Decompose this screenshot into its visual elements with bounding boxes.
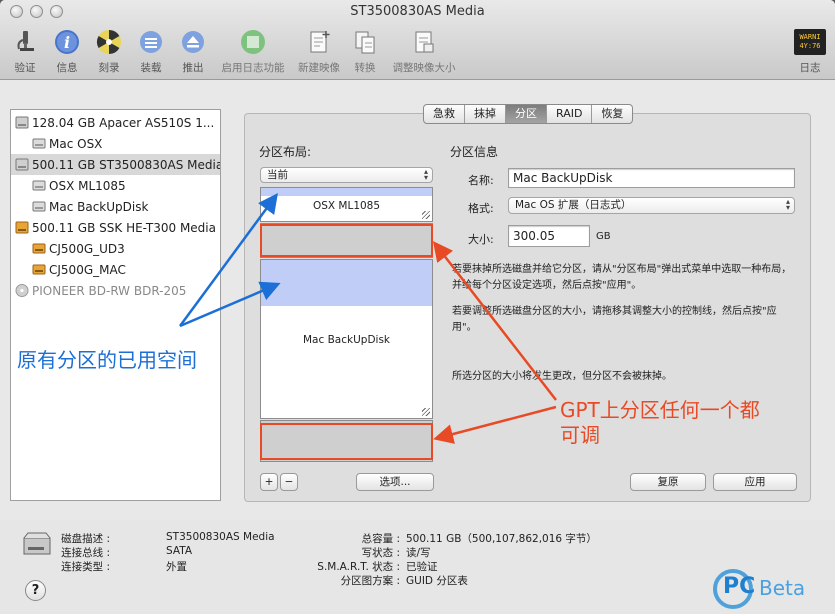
help-text-note: 所选分区的大小将发生更改，但分区不会被抹掉。	[452, 371, 672, 382]
toolbar-resize-image[interactable]: 调整映像大小	[388, 28, 460, 75]
partition-name-field[interactable]: Mac BackUpDisk	[508, 168, 795, 188]
tab-raid[interactable]: RAID	[547, 105, 593, 123]
help-text-resize: 若要调整所选磁盘分区的大小，请拖移其调整大小的控制线，然后点按"应用"。	[452, 306, 777, 333]
burn-icon	[96, 29, 121, 54]
window-title: ST3500830AS Media	[350, 4, 485, 19]
toolbar-log[interactable]: WARNI 4Y:76 日志	[785, 28, 835, 75]
popup-arrows-icon: ▴ ▾	[423, 167, 428, 182]
resize-handle[interactable]	[422, 211, 430, 219]
volume-icon	[32, 201, 46, 212]
svg-text:i: i	[64, 33, 70, 52]
partition-size-field[interactable]: 300.05	[508, 225, 590, 247]
eject-icon	[182, 31, 204, 53]
toolbar-eject[interactable]: 推出	[168, 28, 218, 75]
sidebar-item-st3500830as[interactable]: 500.11 GB ST3500830AS Media	[11, 154, 220, 175]
tab-first-aid[interactable]: 急救	[424, 105, 465, 123]
partition-info-heading: 分区信息	[450, 145, 499, 159]
annotation-used-space: 原有分区的已用空间	[17, 348, 197, 372]
disk-utility-window: ST3500830AS Media 验证 i 信息 刻录 装载 推出 启用日志功…	[0, 0, 835, 614]
convert-icon	[355, 31, 375, 54]
sidebar-item-pioneer[interactable]: PIONEER BD-RW BDR-205	[11, 280, 220, 301]
volume-icon	[32, 138, 46, 149]
new-image-icon	[310, 31, 330, 53]
resize-handle[interactable]	[422, 408, 430, 416]
apply-button[interactable]: 应用	[713, 473, 797, 491]
microscope-icon	[17, 31, 34, 51]
tab-restore[interactable]: 恢复	[592, 105, 632, 123]
name-label: 名称:	[468, 174, 494, 187]
mount-icon	[140, 31, 162, 53]
sidebar-item-osx-ml1085[interactable]: OSX ML1085	[11, 175, 220, 196]
toolbar-convert[interactable]: 转换	[340, 28, 390, 75]
highlight-box	[260, 224, 433, 257]
external-drive-icon	[15, 221, 29, 234]
disk-sidebar[interactable]: 128.04 GB Apacer AS510S 1... Mac OSX 500…	[10, 109, 221, 501]
annotation-gpt-line2: 可调	[560, 423, 600, 447]
size-unit: GB	[596, 231, 611, 242]
size-label: 大小:	[468, 233, 494, 246]
toolbar-new-image[interactable]: 新建映像	[294, 28, 344, 75]
highlight-box	[260, 423, 433, 460]
external-volume-icon	[32, 243, 46, 254]
partition-layout-popup[interactable]: 当前 ▴ ▾	[260, 167, 433, 183]
tab-erase[interactable]: 抹掉	[465, 105, 506, 123]
optical-drive-icon	[15, 284, 29, 297]
options-button[interactable]: 选项...	[356, 473, 434, 491]
sidebar-item-cj500g-mac[interactable]: CJ500G_MAC	[11, 259, 220, 280]
sidebar-item-ssk[interactable]: 500.11 GB SSK HE-T300 Media	[11, 217, 220, 238]
used-space-bar	[261, 260, 432, 306]
svg-text:WARNI: WARNI	[799, 33, 820, 41]
tab-partition[interactable]: 分区	[506, 105, 547, 123]
format-label: 格式:	[468, 202, 494, 215]
external-volume-icon	[32, 264, 46, 275]
pcbeta-watermark: PC Beta	[713, 566, 833, 612]
help-text-erase: 若要抹掉所选磁盘并给它分区，请从"分区布局"弹出式菜单中选取一种布局，并给每个分…	[452, 264, 792, 291]
partition-layout-heading: 分区布局:	[259, 145, 312, 159]
sidebar-item-mac-osx[interactable]: Mac OSX	[11, 133, 220, 154]
title-bar: ST3500830AS Media 验证 i 信息 刻录 装载 推出 启用日志功…	[0, 0, 835, 80]
toolbar-journaling[interactable]: 启用日志功能	[218, 28, 288, 75]
format-popup[interactable]: Mac OS 扩展（日志式） ▴ ▾	[508, 197, 795, 214]
tab-bar: 急救 抹掉 分区 RAID 恢复	[423, 104, 634, 124]
journaling-icon	[241, 30, 265, 54]
svg-text:4Y:76: 4Y:76	[799, 42, 820, 50]
add-partition-button[interactable]: +	[260, 473, 278, 491]
info-icon: i	[55, 30, 79, 54]
log-icon: WARNI4Y:76	[794, 29, 826, 55]
partition-block-osx-ml1085[interactable]: OSX ML1085	[260, 187, 433, 222]
ssd-icon	[15, 116, 29, 129]
hdd-icon	[15, 158, 29, 171]
resize-image-icon	[415, 31, 434, 53]
disk-info-right: 总容量 : 500.11 GB（500,107,862,016 字节） 写状态 …	[317, 533, 597, 587]
popup-arrows-icon: ▴ ▾	[785, 197, 790, 212]
sidebar-item-cj500g-ud3[interactable]: CJ500G_UD3	[11, 238, 220, 259]
sidebar-item-mac-backupdisk[interactable]: Mac BackUpDisk	[11, 196, 220, 217]
help-button[interactable]: ?	[25, 580, 46, 601]
remove-partition-button[interactable]: −	[280, 473, 298, 491]
volume-icon	[32, 180, 46, 191]
sidebar-item-apacer[interactable]: 128.04 GB Apacer AS510S 1...	[11, 112, 220, 133]
partition-block-mac-backupdisk[interactable]: Mac BackUpDisk	[260, 259, 433, 419]
disk-info-left: 磁盘描述 : ST3500830AS Media 连接总线 : SATA 连接类…	[61, 531, 275, 573]
revert-button[interactable]: 复原	[630, 473, 706, 491]
used-space-bar	[261, 188, 432, 197]
